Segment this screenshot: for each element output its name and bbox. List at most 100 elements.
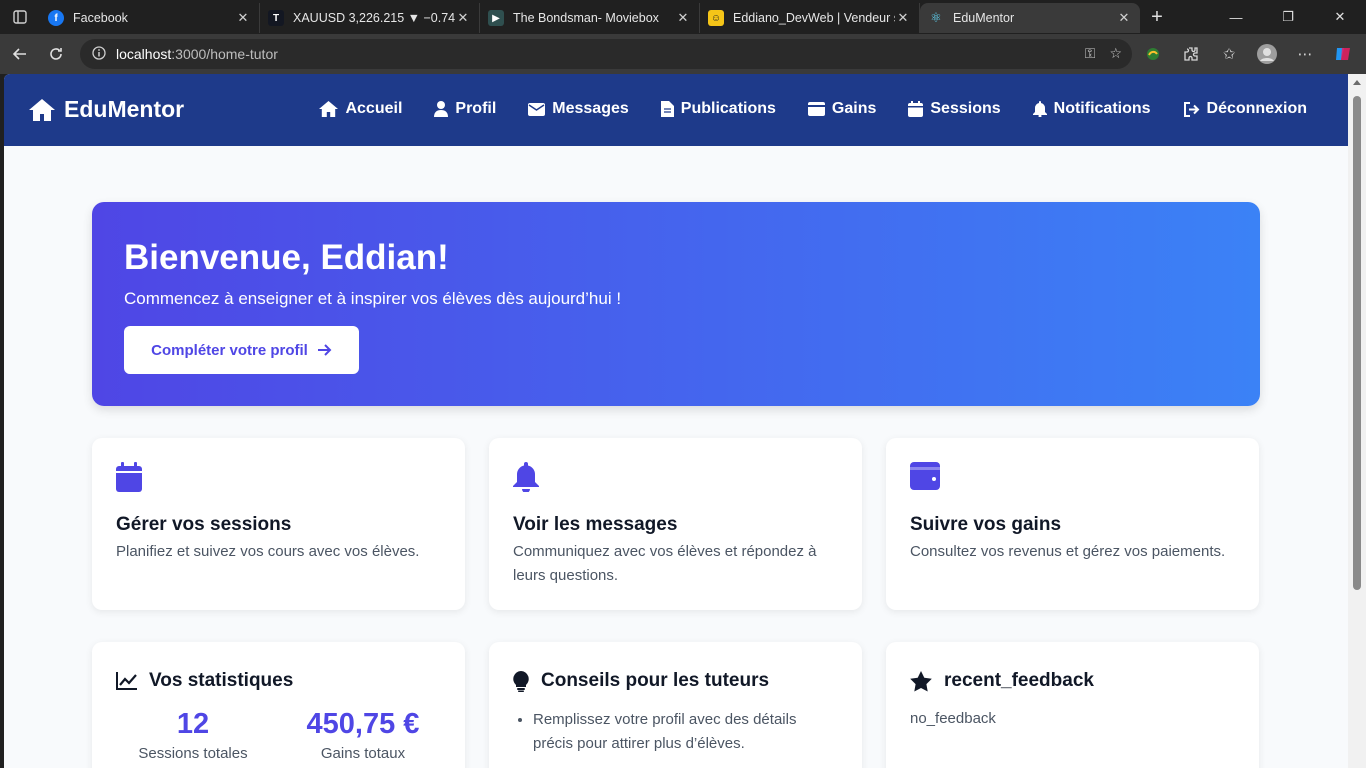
facebook-icon: f xyxy=(48,10,64,26)
nav-label: Gains xyxy=(831,100,877,117)
feature-card-gains[interactable]: Suivre vos gains Consultez vos revenus e… xyxy=(886,438,1259,610)
minimize-icon[interactable]: — xyxy=(1210,0,1262,34)
feedback-title: recent_feedback xyxy=(944,670,1094,691)
stat-label: Sessions totales xyxy=(138,745,248,762)
url-host: localhost xyxy=(116,46,172,62)
welcome-title: Bienvenue, Eddian! xyxy=(124,238,449,277)
home-icon xyxy=(29,98,55,121)
browser-tab[interactable]: ☺ Eddiano_DevWeb | Vendeur s ✕ xyxy=(700,3,920,33)
card-title: Suivre vos gains xyxy=(910,514,1062,535)
nav-label: Notifications xyxy=(1053,100,1151,117)
nav-item-gains[interactable]: Gains xyxy=(807,100,877,118)
close-icon[interactable]: ✕ xyxy=(895,10,911,26)
close-icon[interactable]: ✕ xyxy=(235,10,251,26)
nav-label: Messages xyxy=(552,100,629,117)
cta-label: Compléter votre profil xyxy=(151,341,308,359)
feedback-empty: no_feedback xyxy=(910,710,996,727)
nav-label: Publications xyxy=(680,100,776,117)
feature-card-messages[interactable]: Voir les messages Communiquez avec vos é… xyxy=(489,438,862,610)
nav-item-accueil[interactable]: Accueil xyxy=(319,100,402,118)
tradingview-icon: T xyxy=(268,10,284,26)
wallet-icon xyxy=(910,462,940,495)
envelope-icon xyxy=(528,102,546,116)
browser-tabbar: f Facebook ✕ T XAUUSD 3,226.215 ▼ −0.74%… xyxy=(0,0,1366,34)
tips-card: Conseils pour les tuteurs Remplissez vot… xyxy=(489,642,862,768)
web-page: EduMentor Accueil Profil Messages Public… xyxy=(4,74,1348,768)
copilot-icon[interactable] xyxy=(1328,39,1358,69)
nav-item-notifications[interactable]: Notifications xyxy=(1032,100,1151,118)
browser-tab[interactable]: T XAUUSD 3,226.215 ▼ −0.74% ✕ xyxy=(260,3,480,33)
nav-label: Déconnexion xyxy=(1206,100,1307,117)
lightbulb-icon xyxy=(513,670,529,692)
nav-label: Accueil xyxy=(345,100,403,117)
tips-title: Conseils pour les tuteurs xyxy=(541,670,770,691)
complete-profile-button[interactable]: Compléter votre profil xyxy=(124,326,359,374)
back-icon[interactable] xyxy=(2,34,38,74)
browser-tab[interactable]: f Facebook ✕ xyxy=(40,3,260,33)
react-icon: ⚛ xyxy=(930,10,942,25)
key-icon[interactable]: ⚿ xyxy=(1085,45,1096,62)
more-options-icon[interactable]: ⋯ xyxy=(1290,39,1320,69)
browser-toolbar: localhost:3000/home-tutor ⚿ ☆ ✩ ⋯ xyxy=(0,34,1366,74)
nav-item-messages[interactable]: Messages xyxy=(528,100,629,118)
close-window-icon[interactable]: ✕ xyxy=(1314,0,1366,34)
address-bar[interactable]: localhost:3000/home-tutor ⚿ ☆ xyxy=(80,39,1132,69)
calendar-icon xyxy=(116,462,142,497)
user-icon xyxy=(434,101,449,117)
maximize-icon[interactable]: ❐ xyxy=(1262,0,1314,34)
stat-value: 450,75 € xyxy=(306,708,420,740)
card-description: Planifiez et suivez vos cours avec vos é… xyxy=(116,543,420,560)
nav-item-sessions[interactable]: Sessions xyxy=(908,100,1001,118)
reload-icon[interactable] xyxy=(38,34,74,74)
tab-title: EduMentor xyxy=(953,11,1015,25)
file-icon xyxy=(660,101,674,117)
close-icon[interactable]: ✕ xyxy=(675,10,691,26)
window-controls: — ❐ ✕ xyxy=(1210,0,1366,34)
tab-actions-icon[interactable] xyxy=(0,0,40,34)
stat-value: 12 xyxy=(176,708,210,740)
welcome-banner: Bienvenue, Eddian! Commencez à enseigner… xyxy=(92,202,1260,406)
url-path: :3000/home-tutor xyxy=(171,46,278,62)
logout-icon xyxy=(1183,101,1199,117)
close-icon[interactable]: ✕ xyxy=(1116,10,1132,26)
scroll-up-icon[interactable] xyxy=(1353,80,1361,85)
browser-tab-active[interactable]: ⚛ EduMentor ✕ xyxy=(920,3,1140,33)
browser-tab[interactable]: ▶ The Bondsman- Moviebox ✕ xyxy=(480,3,700,33)
tab-title: The Bondsman- Moviebox xyxy=(513,11,659,25)
star-icon xyxy=(910,670,932,691)
profile-avatar[interactable] xyxy=(1252,39,1282,69)
extension-colorful-icon[interactable] xyxy=(1138,39,1168,69)
favorites-icon[interactable]: ✩ xyxy=(1214,39,1244,69)
new-tab-button[interactable]: + xyxy=(1140,6,1174,29)
brand-name: EduMentor xyxy=(64,96,185,122)
feedback-card: recent_feedback no_feedback xyxy=(886,642,1259,768)
nav-label: Sessions xyxy=(930,100,1001,117)
stats-card: Vos statistiques 12 Sessions totales 450… xyxy=(92,642,465,768)
scrollbar-thumb[interactable] xyxy=(1353,96,1361,590)
nav-item-deconnexion[interactable]: Déconnexion xyxy=(1183,100,1307,118)
stat-label: Gains totaux xyxy=(320,745,406,762)
star-icon[interactable]: ☆ xyxy=(1109,45,1122,62)
stat-gains: 450,75 € Gains totaux xyxy=(283,708,443,762)
chart-line-icon xyxy=(116,672,137,690)
nav-item-publications[interactable]: Publications xyxy=(660,100,776,118)
wallet-icon xyxy=(807,102,825,116)
moviebox-icon: ▶ xyxy=(488,10,504,26)
bell-icon xyxy=(1032,101,1047,117)
extensions-icon[interactable] xyxy=(1176,39,1206,69)
nav-item-profil[interactable]: Profil xyxy=(434,100,496,118)
close-icon[interactable]: ✕ xyxy=(455,10,471,26)
stat-sessions: 12 Sessions totales xyxy=(113,708,273,762)
nav-label: Profil xyxy=(455,100,497,117)
brand-logo[interactable]: EduMentor xyxy=(28,96,184,123)
welcome-subtitle: Commencez à enseigner et à inspirer vos … xyxy=(124,289,622,308)
tab-title: Eddiano_DevWeb | Vendeur s xyxy=(733,11,895,25)
arrow-right-icon xyxy=(317,344,332,356)
tab-title: Facebook xyxy=(73,11,128,25)
site-info-icon[interactable] xyxy=(92,45,106,63)
page-scrollbar[interactable] xyxy=(1348,74,1366,768)
calendar-icon xyxy=(908,101,924,117)
home-icon xyxy=(319,101,339,117)
app-navbar: EduMentor Accueil Profil Messages Public… xyxy=(4,74,1348,146)
feature-card-sessions[interactable]: Gérer vos sessions Planifiez et suivez v… xyxy=(92,438,465,610)
